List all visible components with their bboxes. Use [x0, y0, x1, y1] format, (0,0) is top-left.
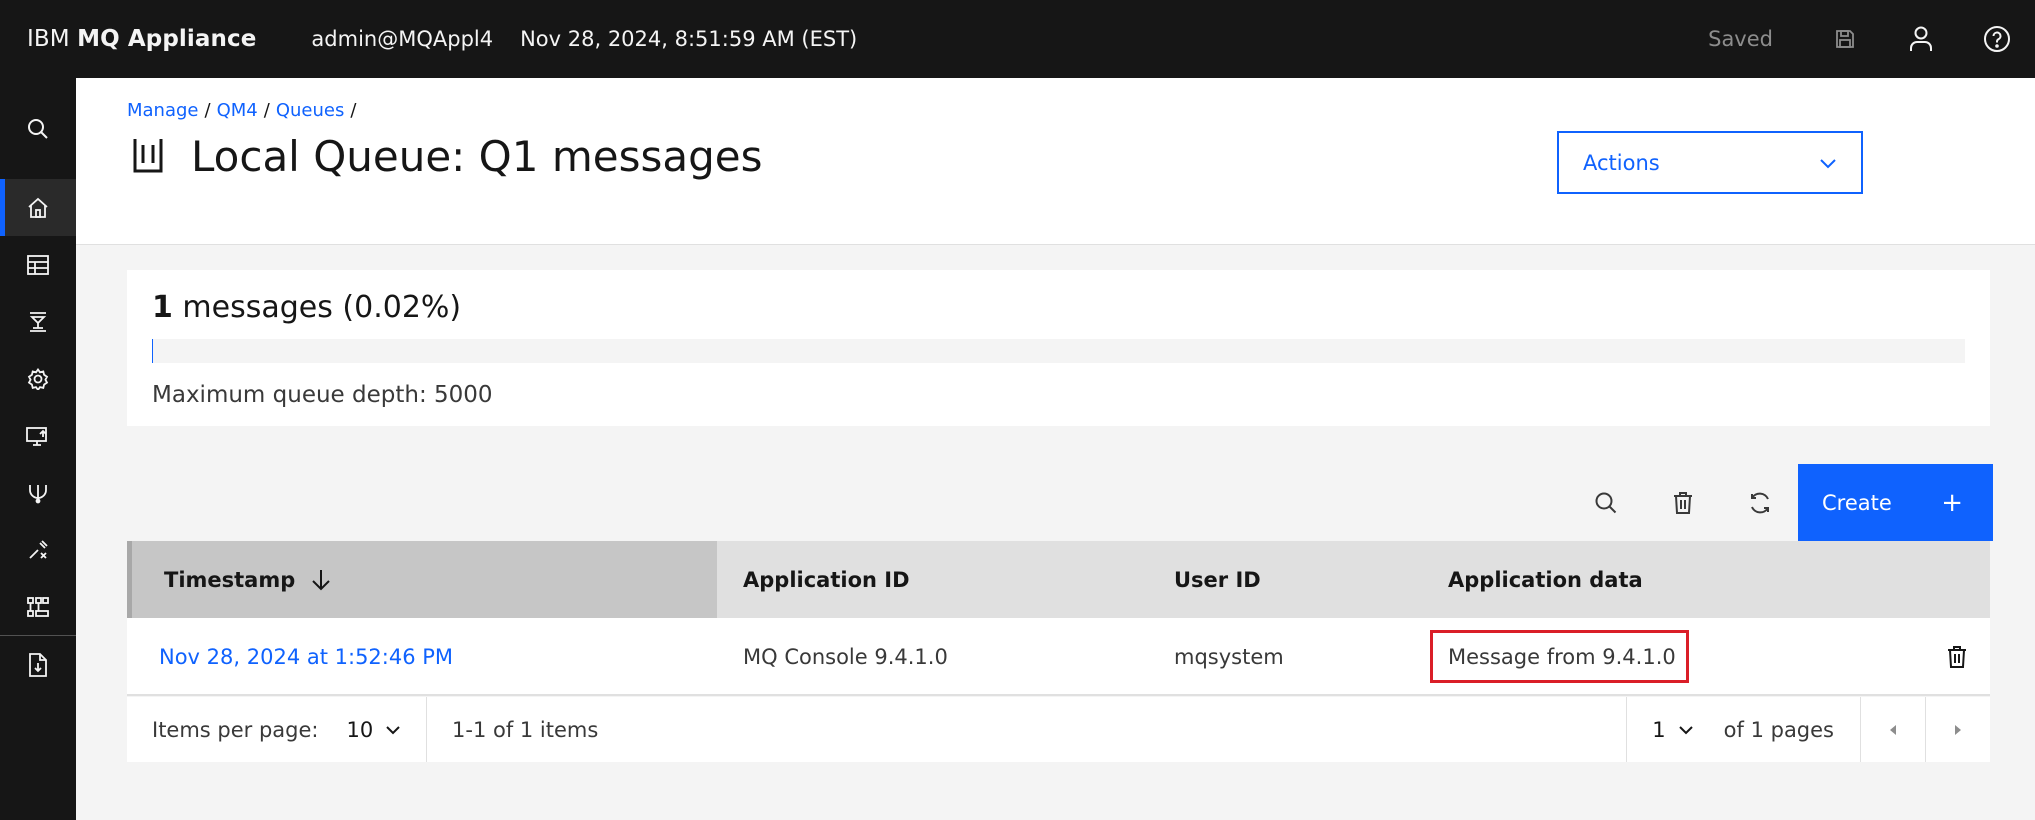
- item-range: 1-1 of 1 items: [452, 717, 599, 742]
- brand-product: MQ Appliance: [77, 26, 257, 52]
- messages-table: Timestamp Application ID User ID Applica…: [127, 541, 1990, 696]
- previous-page-button[interactable]: [1860, 697, 1925, 762]
- pagination: Items per page: 10 1-1 of 1 items 1 of 1…: [127, 697, 1990, 762]
- table-header: Timestamp Application ID User ID Applica…: [127, 541, 1990, 618]
- brand-prefix: IBM: [27, 26, 70, 52]
- items-per-page-value: 10: [346, 717, 374, 742]
- page-controls: 1 of 1 pages: [1626, 697, 1990, 762]
- sort-descending-icon: [311, 569, 331, 591]
- caret-right-icon: [1955, 724, 1961, 735]
- settings-icon: [27, 367, 49, 390]
- table-row: Nov 28, 2024 at 1:52:46 PM MQ Console 9.…: [127, 618, 1990, 696]
- nav-tools[interactable]: [0, 521, 76, 578]
- save-button[interactable]: [1807, 0, 1883, 78]
- nav-table[interactable]: [0, 236, 76, 293]
- page-select[interactable]: 1: [1627, 718, 1693, 742]
- home-icon: [28, 197, 48, 218]
- items-per-page: Items per page: 10: [127, 697, 427, 762]
- create-label: Create: [1822, 490, 1892, 515]
- table-toolbar: Create +: [1567, 464, 1993, 541]
- refresh-button[interactable]: [1721, 464, 1798, 541]
- help-button[interactable]: [1959, 0, 2035, 78]
- current-page: 1: [1652, 717, 1666, 742]
- create-button[interactable]: Create +: [1798, 464, 1993, 541]
- actions-dropdown[interactable]: Actions: [1557, 131, 1863, 194]
- nav-export[interactable]: [0, 636, 76, 693]
- message-count-suffix: messages (0.02%): [182, 290, 462, 325]
- page-title: Local Queue: Q1 messages: [191, 132, 763, 181]
- plus-icon: +: [1941, 487, 1963, 518]
- breadcrumb-queues[interactable]: Queues: [276, 100, 345, 121]
- nav-monitor[interactable]: [0, 407, 76, 464]
- highlight-box: [1430, 630, 1689, 683]
- nav-settings[interactable]: [0, 350, 76, 407]
- delete-all-button[interactable]: [1644, 464, 1721, 541]
- search-icon: [28, 118, 48, 139]
- delete-message-button[interactable]: [1923, 618, 1990, 696]
- save-icon: [1836, 30, 1854, 48]
- nav-topology[interactable]: [0, 578, 76, 635]
- document-export-icon: [29, 652, 47, 677]
- breadcrumb-manage[interactable]: Manage: [127, 100, 199, 121]
- help-icon: [1984, 26, 2010, 52]
- monitor-icon: [26, 426, 47, 446]
- title-row: Local Queue: Q1 messages: [131, 132, 762, 181]
- top-header: IBM MQ Appliance admin@MQAppl4 Nov 28, 2…: [0, 0, 2035, 78]
- header-actions: Saved: [1708, 0, 2035, 78]
- page-header: Manage / QM4/Queues / Local Queue: Q1 messa…: [76, 78, 2035, 245]
- items-per-page-select[interactable]: 10: [347, 718, 402, 742]
- nav-network[interactable]: [0, 464, 76, 521]
- current-user: admin@MQAppl4: [311, 27, 494, 51]
- total-pages: of 1 pages: [1723, 717, 1834, 742]
- message-count-value: 1: [152, 290, 173, 325]
- local-queue-icon: [133, 138, 163, 172]
- tools-icon: [29, 539, 48, 559]
- user-id-cell: mqsystem: [1174, 645, 1284, 669]
- nav-queue-managers[interactable]: [0, 293, 76, 350]
- next-page-button[interactable]: [1925, 697, 1990, 762]
- trash-icon: [1673, 491, 1692, 514]
- chevron-down-icon: [1820, 158, 1836, 168]
- caret-left-icon: [1890, 724, 1896, 735]
- breadcrumb-separator: /: [204, 100, 211, 121]
- side-navigation: [0, 78, 76, 820]
- breadcrumb-qm4[interactable]: QM4: [217, 100, 258, 121]
- actions-label: Actions: [1583, 150, 1660, 175]
- user-profile-button[interactable]: [1883, 0, 1959, 78]
- nav-search[interactable]: [0, 78, 76, 179]
- trash-icon: [1947, 646, 1966, 668]
- queue-depth-bar: [152, 339, 1965, 363]
- network-icon: [29, 484, 47, 503]
- column-header-application-id[interactable]: Application ID: [717, 541, 1148, 618]
- queue-manager-icon: [29, 311, 47, 332]
- column-header-timestamp[interactable]: Timestamp: [127, 541, 717, 618]
- saved-status: Saved: [1708, 27, 1773, 51]
- application-id-cell: MQ Console 9.4.1.0: [743, 645, 948, 669]
- table-search-button[interactable]: [1567, 464, 1644, 541]
- user-icon: [1910, 26, 1932, 51]
- current-datetime: Nov 28, 2024, 8:51:59 AM (EST): [520, 27, 858, 51]
- items-per-page-label: Items per page:: [152, 717, 319, 742]
- message-timestamp-link[interactable]: Nov 28, 2024 at 1:52:46 PM: [127, 618, 717, 696]
- queue-depth-card: 1 messages (0.02%) Maximum queue depth: …: [127, 270, 1990, 426]
- chevron-down-icon: [1678, 725, 1693, 734]
- table-icon: [27, 254, 49, 275]
- search-icon: [1595, 492, 1616, 513]
- chevron-down-icon: [386, 725, 400, 734]
- column-header-application-data[interactable]: Application data: [1422, 541, 1643, 618]
- breadcrumb-separator: /: [263, 100, 270, 121]
- breadcrumb: Manage / QM4/Queues /: [127, 100, 362, 121]
- column-label: Timestamp: [164, 567, 296, 592]
- column-header-user-id[interactable]: User ID: [1148, 541, 1422, 618]
- breadcrumb-separator: /: [350, 100, 357, 121]
- topology-icon: [27, 596, 49, 617]
- max-queue-depth: Maximum queue depth: 5000: [152, 382, 493, 408]
- message-count: 1 messages (0.02%): [152, 290, 461, 325]
- brand-name[interactable]: IBM MQ Appliance: [27, 26, 256, 52]
- refresh-icon: [1750, 492, 1769, 513]
- nav-home[interactable]: [0, 179, 76, 236]
